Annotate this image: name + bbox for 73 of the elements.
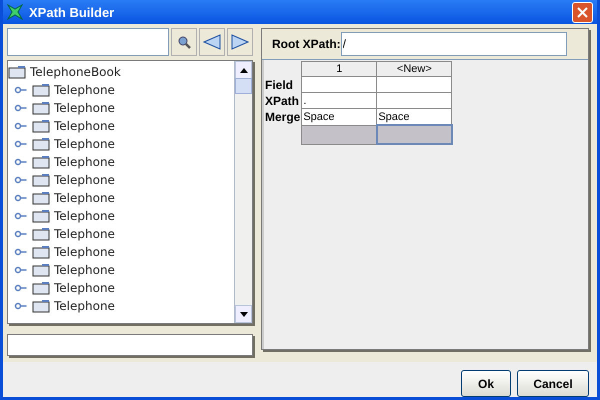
left-triangle-icon [203, 34, 221, 50]
tree-item[interactable]: Telephone [8, 279, 234, 297]
key-icon [14, 121, 28, 131]
forward-button[interactable] [227, 28, 253, 56]
scroll-thumb[interactable] [235, 78, 252, 94]
tree-item[interactable]: Telephone [8, 261, 234, 279]
back-button[interactable] [199, 28, 225, 56]
tree-item[interactable]: Telephone [8, 117, 234, 135]
table-cell[interactable]: . [302, 92, 377, 108]
folder-icon [32, 101, 50, 115]
folder-icon [32, 173, 50, 187]
down-arrow-icon [240, 312, 248, 316]
row-header: Merge [264, 108, 302, 125]
key-icon [14, 175, 28, 185]
table-cell[interactable] [302, 125, 377, 144]
folder-icon [32, 119, 50, 133]
folder-icon [32, 191, 50, 205]
tree-item[interactable]: Telephone [8, 135, 234, 153]
key-icon [14, 85, 28, 95]
row-header: XPath [264, 92, 302, 108]
column-header[interactable]: <New> [376, 62, 452, 76]
key-icon [14, 265, 28, 275]
tree-item[interactable]: Telephone [8, 207, 234, 225]
table-cell[interactable] [302, 76, 377, 92]
tree-item[interactable]: Telephone [8, 153, 234, 171]
folder-icon [32, 155, 50, 169]
table-cell[interactable] [376, 92, 452, 108]
search-button[interactable] [171, 28, 197, 56]
key-icon [14, 247, 28, 257]
tree-item[interactable]: Telephone [8, 99, 234, 117]
table-cell[interactable]: Space [302, 108, 377, 125]
app-icon [7, 4, 23, 20]
key-icon [14, 229, 28, 239]
tree-item[interactable]: Telephone [8, 189, 234, 207]
folder-icon [32, 209, 50, 223]
scrollbar[interactable] [234, 61, 252, 323]
tree-item[interactable]: Telephone [8, 171, 234, 189]
column-header[interactable]: 1 [302, 62, 377, 76]
table-cell[interactable] [376, 76, 452, 92]
folder-icon [32, 299, 50, 313]
key-icon [14, 157, 28, 167]
dialog-button[interactable]: Cancel [517, 370, 589, 397]
folder-icon [32, 137, 50, 151]
row-header: Field [264, 76, 302, 92]
up-arrow-icon [240, 68, 248, 72]
folder-icon [32, 83, 50, 97]
text-field[interactable] [7, 334, 253, 356]
search-icon [177, 35, 191, 49]
tree-item[interactable]: Telephone [8, 81, 234, 99]
key-icon [14, 283, 28, 293]
key-icon [14, 301, 28, 311]
root-xpath-label: Root XPath: [272, 37, 341, 51]
folder-icon [32, 227, 50, 241]
tree-item[interactable]: Telephone [8, 225, 234, 243]
key-icon [14, 211, 28, 221]
table-cell[interactable] [376, 125, 452, 144]
window-title: XPath Builder [29, 4, 116, 20]
tree-item[interactable]: Telephone [8, 243, 234, 261]
key-icon [14, 139, 28, 149]
tree-item[interactable]: TelephoneBook [8, 63, 234, 81]
folder-icon [32, 263, 50, 277]
close-icon [577, 6, 588, 18]
tree-item[interactable]: Telephone [8, 297, 234, 315]
dialog-button[interactable]: Ok [461, 370, 511, 397]
key-icon [14, 193, 28, 203]
folder-icon [8, 65, 26, 79]
key-icon [14, 103, 28, 113]
right-triangle-icon [231, 34, 249, 50]
root-xpath-field[interactable]: / [340, 32, 567, 56]
folder-icon [32, 245, 50, 259]
folder-icon [32, 281, 50, 295]
close-button[interactable] [572, 2, 593, 22]
search-field[interactable] [7, 28, 169, 56]
